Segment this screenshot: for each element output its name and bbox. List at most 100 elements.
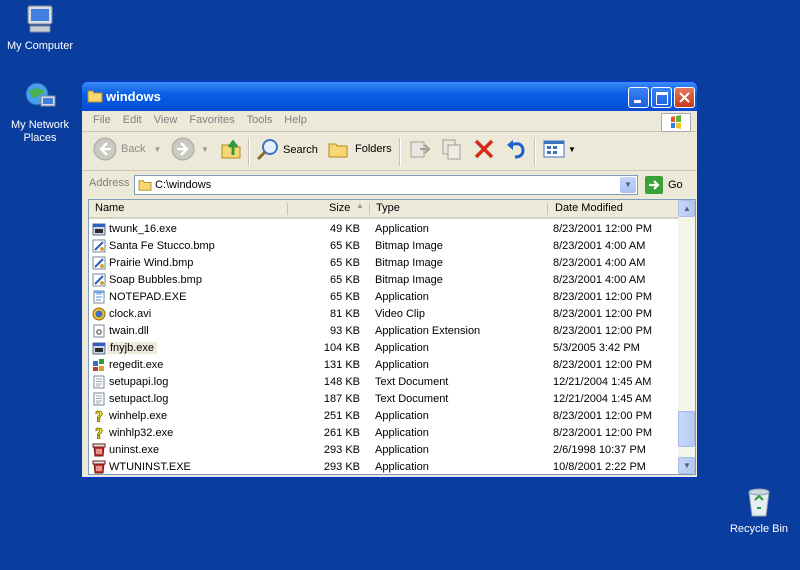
scroll-down-button[interactable]: ▼	[678, 457, 695, 474]
uninstall-icon	[92, 443, 106, 457]
file-name: regedit.exe	[109, 359, 164, 371]
file-row[interactable]: WTUNINST.EXE 293 KB Application 10/8/2001 2…	[89, 459, 679, 474]
file-row[interactable]: regedit.exe 131 KB Application 8/23/2001 12…	[89, 357, 679, 374]
file-date: 8/23/2001 12:00 PM	[553, 291, 653, 303]
desktop-icon-recycle-bin[interactable]: Recycle Bin	[719, 486, 799, 536]
uninstall-icon	[92, 460, 106, 474]
maximize-icon	[656, 92, 668, 105]
desktop-icon-my-network-places[interactable]: My Network Places	[0, 80, 80, 145]
move-to-button[interactable]	[408, 137, 432, 161]
sort-ascending-icon: ▲	[356, 201, 364, 210]
forward-button[interactable]: ▼	[171, 137, 209, 161]
file-size: 293 KB	[323, 461, 360, 473]
file-row[interactable]: Soap Bubbles.bmp 65 KB Bitmap Image 8/23/20…	[89, 272, 679, 289]
file-row[interactable]: Santa Fe Stucco.bmp 65 KB Bitmap Image 8/23…	[89, 238, 679, 255]
maximize-button[interactable]	[651, 87, 672, 108]
file-name: winhlp32.exe	[109, 427, 174, 439]
folders-button[interactable]: Folders	[327, 137, 392, 161]
column-header-size[interactable]: Size	[329, 202, 350, 214]
svg-text:?: ?	[95, 410, 103, 424]
up-folder-icon	[221, 139, 241, 159]
file-row[interactable]: setupapi.log 148 KB Text Document 12/21/200…	[89, 374, 679, 391]
address-dropdown-button[interactable]: ▼	[620, 177, 636, 193]
file-name: Santa Fe Stucco.bmp	[109, 240, 215, 252]
file-date: 8/23/2001 12:00 PM	[553, 410, 653, 422]
file-row[interactable]: twunk_16.exe 49 KB Application 8/23/2001 12…	[89, 221, 679, 238]
file-type: Video Clip	[375, 308, 425, 320]
file-row[interactable]: fnyjb.exe 104 KB Application 5/3/2005 3:42 …	[89, 340, 679, 357]
file-date: 12/21/2004 1:45 AM	[553, 393, 652, 405]
address-input[interactable]: C:\windows ▼	[134, 175, 638, 195]
file-date: 8/23/2001 12:00 PM	[553, 359, 653, 371]
column-header: Name Size ▲ Type Date Modified	[89, 200, 695, 219]
file-name: uninst.exe	[109, 444, 160, 456]
file-type: Bitmap Image	[375, 257, 443, 269]
bitmap-icon	[92, 273, 106, 287]
back-arrow-icon	[93, 137, 117, 161]
undo-button[interactable]	[504, 137, 528, 161]
close-icon	[679, 92, 690, 103]
file-row[interactable]: twain.dll 93 KB Application Extension 8/23/…	[89, 323, 679, 340]
file-type: Text Document	[375, 376, 449, 388]
folders-icon	[328, 143, 348, 158]
file-list: Name Size ▲ Type Date Modified twunk_16.…	[88, 199, 696, 475]
file-size: 65 KB	[330, 291, 360, 303]
exe-icon	[92, 342, 106, 355]
file-row[interactable]: Prairie Wind.bmp 65 KB Bitmap Image 8/23/20…	[89, 255, 679, 272]
scrollbar-thumb[interactable]	[678, 411, 695, 447]
go-button[interactable]: Go	[645, 176, 683, 194]
file-date: 8/23/2001 4:00 AM	[553, 257, 646, 269]
file-row[interactable]: uninst.exe 293 KB Application 2/6/1998 10:3…	[89, 442, 679, 459]
text-icon	[93, 375, 105, 389]
file-name: winhelp.exe	[109, 410, 168, 422]
menu-help[interactable]: Help	[278, 111, 313, 126]
file-date: 5/3/2005 3:42 PM	[553, 342, 640, 354]
delete-button[interactable]	[472, 137, 496, 161]
up-folder-button[interactable]	[220, 137, 244, 161]
file-size: 104 KB	[323, 342, 360, 354]
forward-arrow-icon	[171, 137, 195, 161]
window-title: windows	[106, 89, 161, 104]
menu-view[interactable]: View	[148, 111, 184, 126]
file-row[interactable]: clock.avi 81 KB Video Clip 8/23/2001 12:00 …	[89, 306, 679, 323]
desktop-icon-my-computer[interactable]: My Computer	[0, 3, 80, 53]
menu-edit[interactable]: Edit	[117, 111, 148, 126]
file-size: 49 KB	[330, 223, 360, 235]
file-type: Application	[375, 291, 429, 303]
file-row[interactable]: NOTEPAD.EXE 65 KB Application 8/23/2001 12:…	[89, 289, 679, 306]
file-row[interactable]: ? winhlp32.exe 261 KB Application 8/23/2001 …	[89, 425, 679, 442]
title-bar[interactable]: windows	[82, 82, 697, 111]
help-icon: ?	[95, 426, 104, 440]
back-label: Back	[121, 143, 146, 155]
file-row[interactable]: setupact.log 187 KB Text Document 12/21/200…	[89, 391, 679, 408]
go-label: Go	[668, 179, 683, 191]
regedit-icon	[93, 359, 104, 371]
file-name: fnyjb.exe	[107, 342, 158, 354]
file-row[interactable]: ? winhelp.exe 251 KB Application 8/23/2001 1…	[89, 408, 679, 425]
column-header-type[interactable]: Type	[376, 202, 400, 214]
views-button[interactable]: ▼	[542, 137, 576, 161]
scroll-up-button[interactable]: ▲	[678, 200, 695, 217]
chevron-up-icon: ▲	[683, 204, 691, 213]
column-divider[interactable]	[547, 203, 548, 215]
search-button[interactable]: Search	[255, 137, 318, 163]
column-header-name[interactable]: Name	[95, 202, 124, 214]
file-type: Application	[375, 223, 429, 235]
file-name: Soap Bubbles.bmp	[109, 274, 202, 286]
windows-logo-icon	[661, 113, 691, 132]
minimize-button[interactable]	[628, 87, 649, 108]
close-button[interactable]	[674, 87, 695, 108]
column-divider[interactable]	[369, 203, 370, 215]
menu-file[interactable]: File	[82, 111, 117, 126]
file-name: twain.dll	[109, 325, 149, 337]
menu-tools[interactable]: Tools	[241, 111, 279, 126]
column-header-date[interactable]: Date Modified	[555, 202, 623, 214]
copy-to-button[interactable]	[440, 137, 464, 161]
file-date: 8/23/2001 12:00 PM	[553, 308, 653, 320]
bitmap-icon	[92, 239, 106, 253]
file-name: NOTEPAD.EXE	[109, 291, 187, 303]
column-divider[interactable]	[287, 203, 288, 215]
back-button[interactable]: Back ▼	[93, 137, 161, 161]
menu-favorites[interactable]: Favorites	[183, 111, 240, 126]
vertical-scrollbar[interactable]: ▲ ▼	[678, 200, 695, 474]
